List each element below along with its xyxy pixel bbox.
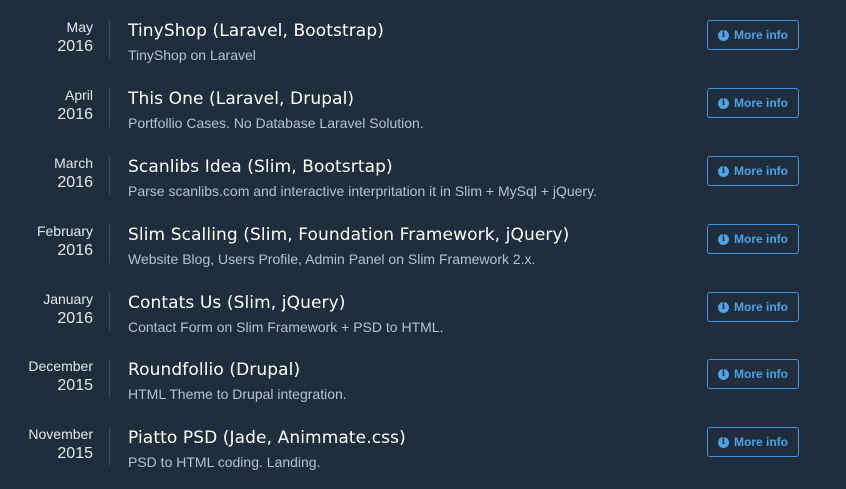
project-timeline: May 2016 TinyShop (Laravel, Bootstrap) T… xyxy=(0,0,846,489)
entry-divider xyxy=(109,224,110,263)
more-info-label: More info xyxy=(734,300,788,314)
more-info-button[interactable]: i More info xyxy=(707,359,799,389)
more-info-button[interactable]: i More info xyxy=(707,156,799,186)
info-circle-icon: i xyxy=(718,368,729,380)
entry-divider xyxy=(109,427,110,466)
entry-divider xyxy=(109,292,110,331)
entry-year: 2015 xyxy=(57,445,93,462)
entry-description: Website Blog, Users Profile, Admin Panel… xyxy=(128,251,536,267)
entry-year: 2016 xyxy=(57,38,93,55)
more-info-button[interactable]: i More info xyxy=(707,20,799,50)
more-info-button[interactable]: i More info xyxy=(707,292,799,322)
entry-title: TinyShop (Laravel, Bootstrap) xyxy=(128,21,384,41)
more-info-button[interactable]: i More info xyxy=(707,88,799,118)
entry-description: PSD to HTML coding. Landing. xyxy=(128,454,321,470)
entry-year: 2016 xyxy=(57,106,93,123)
entry-year: 2016 xyxy=(57,310,93,327)
entry-date: March 2016 xyxy=(0,154,93,193)
entry-month: May xyxy=(66,19,93,35)
more-info-label: More info xyxy=(734,28,788,42)
more-info-button[interactable]: i More info xyxy=(707,427,799,457)
entry-month: December xyxy=(28,358,93,374)
entry-year: 2016 xyxy=(57,174,93,191)
more-info-label: More info xyxy=(734,435,788,449)
entry-title: Roundfollio (Drupal) xyxy=(128,360,301,380)
more-info-label: More info xyxy=(734,96,788,110)
entry-month: April xyxy=(64,87,93,103)
entry-date: January 2016 xyxy=(0,290,93,329)
entry-title: Piatto PSD (Jade, Animmate.css) xyxy=(128,428,406,448)
entry-month: March xyxy=(54,155,93,171)
info-circle-icon: i xyxy=(718,436,729,448)
entry-description: Parse scanlibs.com and interactive inter… xyxy=(128,183,597,199)
entry-divider xyxy=(109,20,110,59)
entry-description: Portfollio Cases. No Database Laravel So… xyxy=(128,115,424,131)
more-info-button[interactable]: i More info xyxy=(707,224,799,254)
entry-month: February xyxy=(36,223,93,239)
entry-year: 2015 xyxy=(57,377,93,394)
entry-date: November 2015 xyxy=(0,425,93,464)
entry-description: Contact Form on Slim Framework + PSD to … xyxy=(128,319,444,335)
info-circle-icon: i xyxy=(718,165,729,177)
entry-year: 2016 xyxy=(57,242,93,259)
entry-title: Slim Scalling (Slim, Foundation Framewor… xyxy=(128,225,570,245)
timeline-entry: March 2016 Scanlibs Idea (Slim, Bootsrta… xyxy=(0,151,846,203)
info-circle-icon: i xyxy=(718,301,729,313)
entry-title: Contats Us (Slim, jQuery) xyxy=(128,293,346,313)
info-circle-icon: i xyxy=(718,97,729,109)
entry-divider xyxy=(109,359,110,398)
more-info-label: More info xyxy=(734,232,788,246)
entry-description: HTML Theme to Drupal integration. xyxy=(128,386,347,402)
entry-date: February 2016 xyxy=(0,222,93,261)
entry-date: December 2015 xyxy=(0,357,93,396)
timeline-entry: February 2016 Slim Scalling (Slim, Found… xyxy=(0,219,846,271)
timeline-entry: April 2016 This One (Laravel, Drupal) Po… xyxy=(0,83,846,135)
entry-month: January xyxy=(43,291,93,307)
entry-date: May 2016 xyxy=(0,18,93,57)
entry-title: This One (Laravel, Drupal) xyxy=(128,89,355,109)
entry-month: November xyxy=(28,426,93,442)
timeline-entry: January 2016 Contats Us (Slim, jQuery) C… xyxy=(0,287,846,339)
timeline-entry: May 2016 TinyShop (Laravel, Bootstrap) T… xyxy=(0,15,846,67)
timeline-entry: December 2015 Roundfollio (Drupal) HTML … xyxy=(0,354,846,406)
entry-description: TinyShop on Laravel xyxy=(128,47,256,63)
entry-divider xyxy=(109,156,110,195)
timeline-entry: November 2015 Piatto PSD (Jade, Animmate… xyxy=(0,422,846,474)
info-circle-icon: i xyxy=(718,29,729,41)
entry-date: April 2016 xyxy=(0,86,93,125)
more-info-label: More info xyxy=(734,367,788,381)
more-info-label: More info xyxy=(734,164,788,178)
entry-divider xyxy=(109,88,110,127)
info-circle-icon: i xyxy=(718,233,729,245)
entry-title: Scanlibs Idea (Slim, Bootsrtap) xyxy=(128,157,393,177)
